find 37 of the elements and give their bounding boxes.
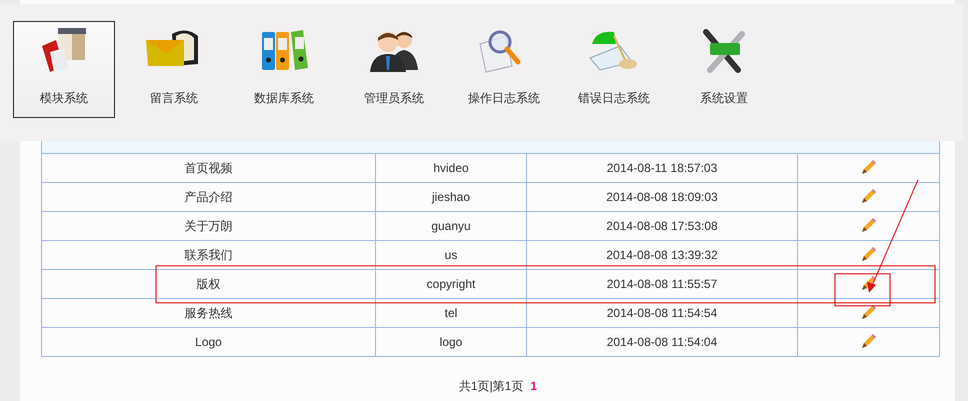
pencil-icon[interactable] <box>860 246 876 262</box>
menu-item[interactable]: 系统设置 <box>673 21 775 118</box>
page-link[interactable]: 1 <box>530 379 538 393</box>
table-cell: 2014-08-08 18:09:03 <box>526 182 798 212</box>
menu-item[interactable]: 操作日志系统 <box>453 21 555 118</box>
table-cell: guanyu <box>376 212 526 240</box>
table-cell: 2014-08-08 11:54:04 <box>526 328 798 356</box>
table-cell: 产品介绍 <box>42 182 376 212</box>
menu-item[interactable]: 错误日志系统 <box>563 21 665 118</box>
pencil-icon[interactable] <box>860 158 876 174</box>
table-cell: 服务热线 <box>42 298 376 328</box>
table-cell: jieshao <box>376 182 526 212</box>
table-cell: 2014-08-08 13:39:32 <box>526 240 798 270</box>
table-cell: 2014-08-11 18:57:03 <box>526 154 798 182</box>
menu-item[interactable]: 数据库系统 <box>233 21 335 118</box>
table-cell: 关于万朗 <box>42 212 376 240</box>
menu-item[interactable]: 模块系统 <box>13 21 115 118</box>
menu-item[interactable]: 留言系统 <box>123 21 225 118</box>
table-cell: logo <box>376 328 526 356</box>
table-cell: hvideo <box>376 154 526 182</box>
table-cell: copyright <box>376 270 526 298</box>
pencil-icon[interactable] <box>860 188 876 204</box>
table-cell: 联系我们 <box>42 240 376 270</box>
table-cell: 首页视频 <box>42 154 376 182</box>
page-summary: 共1页|第1页 <box>458 379 524 393</box>
table-cell: Logo <box>42 328 376 356</box>
table-cell: 版权 <box>42 270 376 298</box>
table-cell: 2014-08-08 11:55:57 <box>526 270 798 298</box>
callout-frame <box>834 273 890 306</box>
pencil-icon[interactable] <box>860 332 876 348</box>
table-cell: us <box>376 240 526 270</box>
pencil-icon[interactable] <box>860 216 876 232</box>
table-cell: tel <box>376 298 526 328</box>
table-cell: 2014-08-08 17:53:08 <box>526 212 798 240</box>
menu-item[interactable]: 管理员系统 <box>343 21 445 118</box>
table-cell: 2014-08-08 11:54:54 <box>526 298 798 328</box>
pencil-icon[interactable] <box>860 304 876 320</box>
